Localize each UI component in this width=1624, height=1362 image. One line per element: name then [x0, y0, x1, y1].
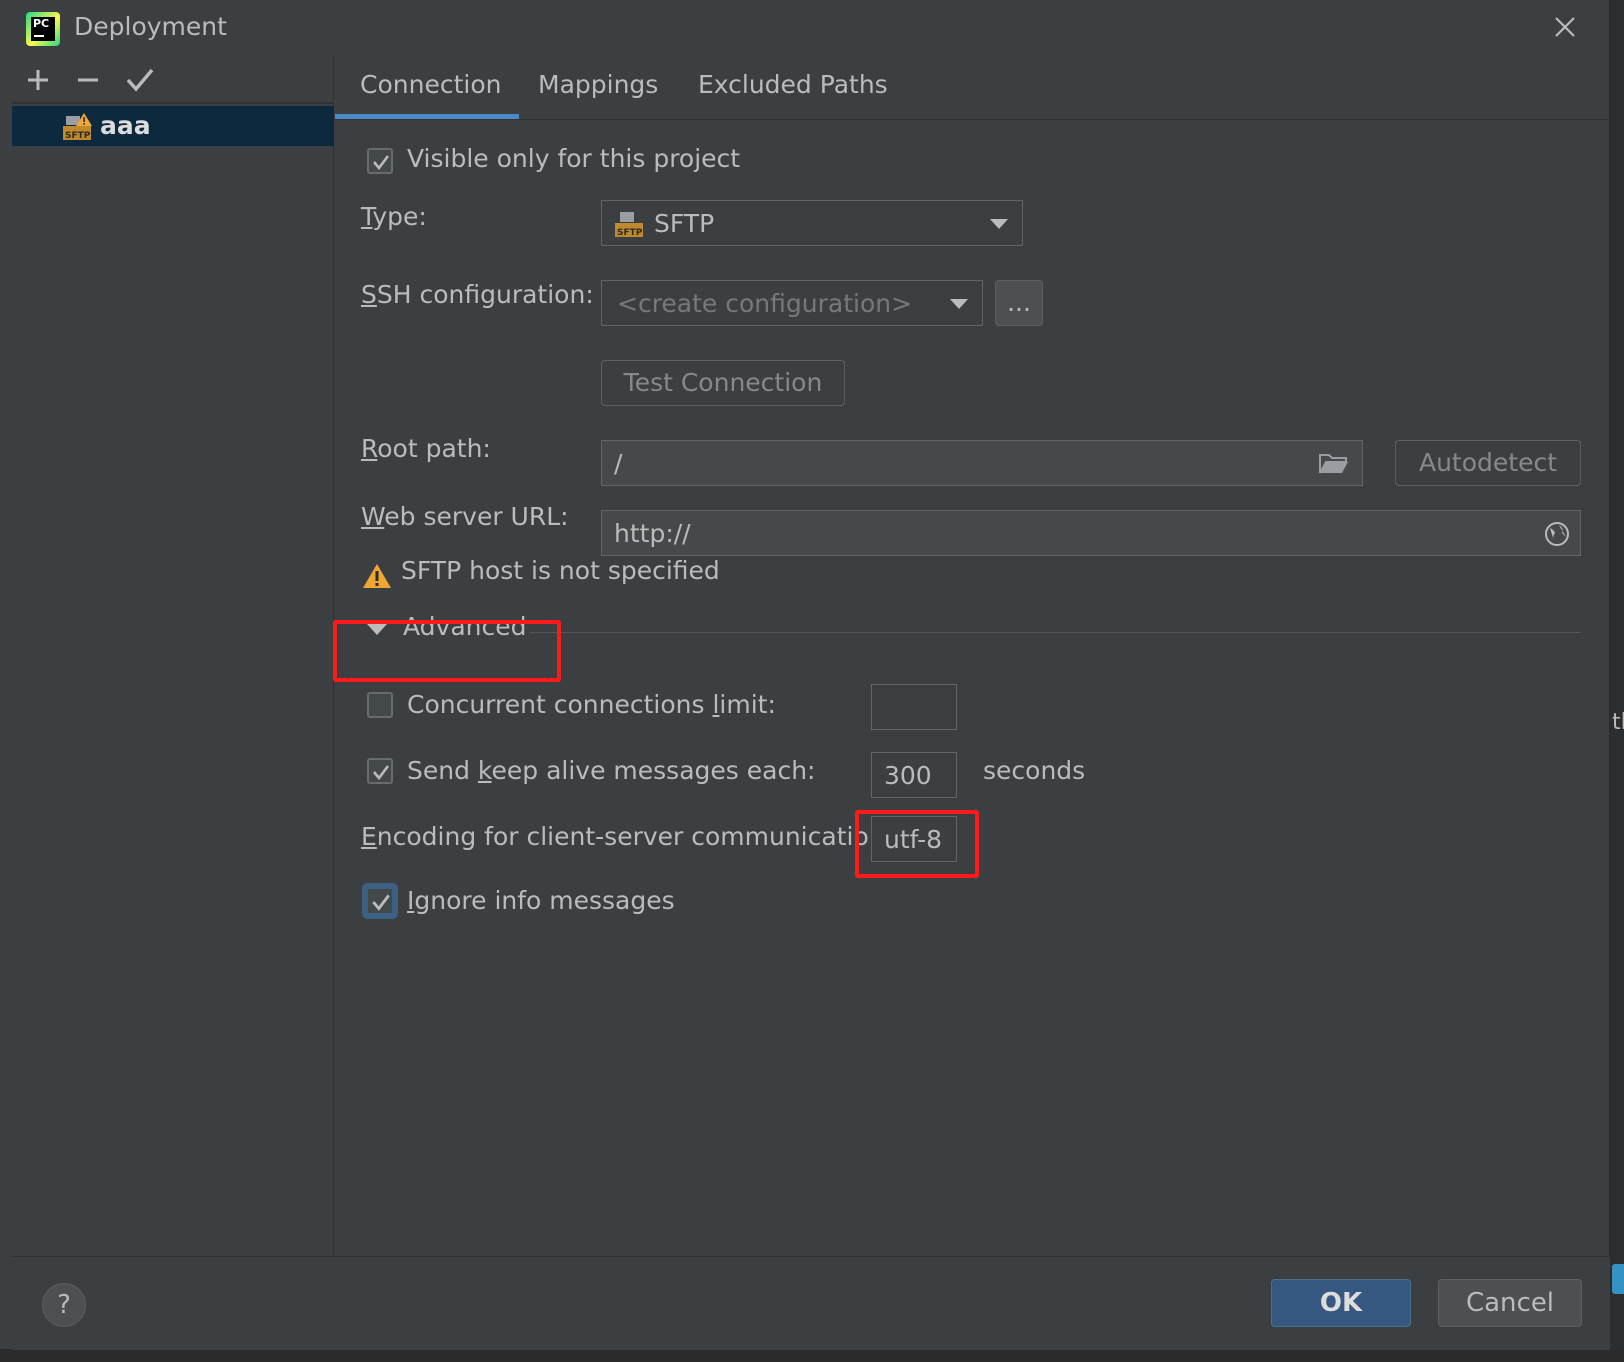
deployment-dialog: PC Deployment SFTP aaa Connection Mappin… [0, 0, 1610, 1350]
server-list-panel: SFTP aaa [12, 56, 334, 1256]
tab-bar: Connection Mappings Excluded Paths [335, 56, 1610, 120]
web-server-url-label: Web server URL: [361, 502, 569, 531]
sftp-host-warning-text: SFTP host is not specified [401, 556, 720, 585]
advanced-highlight-box [333, 620, 561, 682]
sftp-warning-icon: SFTP [63, 113, 92, 141]
keep-alive-unit: seconds [983, 756, 1086, 785]
type-label: Type: [361, 202, 427, 231]
dialog-footer: ? OK Cancel [12, 1256, 1610, 1350]
concurrent-limit-checkbox[interactable] [367, 692, 393, 718]
server-list-item[interactable]: SFTP aaa [12, 106, 334, 146]
server-list-toolbar [12, 56, 334, 104]
cancel-button[interactable]: Cancel [1438, 1279, 1582, 1327]
tab-mappings[interactable]: Mappings [538, 70, 658, 99]
active-tab-indicator [335, 114, 519, 119]
visible-only-label: Visible only for this project [407, 144, 741, 173]
help-button[interactable]: ? [42, 1283, 86, 1327]
web-server-url-value: http:// [614, 519, 691, 548]
tab-connection[interactable]: Connection [360, 70, 501, 99]
type-dropdown[interactable]: SFTP SFTP [601, 200, 1023, 246]
close-icon[interactable] [1550, 12, 1580, 42]
root-path-label: Root path: [361, 434, 491, 463]
chevron-down-icon [990, 219, 1008, 229]
pycharm-logo-icon: PC [26, 12, 60, 46]
concurrent-limit-label: Concurrent connections limit: [407, 690, 776, 719]
root-path-value: / [614, 449, 623, 478]
tab-excluded-paths[interactable]: Excluded Paths [698, 70, 888, 99]
checkmark-icon[interactable] [122, 62, 158, 98]
concurrent-limit-input[interactable] [871, 684, 957, 730]
keep-alive-checkbox[interactable] [367, 758, 393, 784]
ssh-config-dropdown[interactable]: <create configuration> [601, 280, 983, 326]
globe-icon[interactable] [1544, 521, 1570, 547]
checkmark-icon [373, 155, 390, 171]
ssh-config-label: SSH configuration: [361, 280, 594, 309]
warning-icon [363, 564, 391, 588]
server-name: aaa [100, 111, 151, 140]
autodetect-button[interactable]: Autodetect [1395, 440, 1581, 486]
ssh-config-placeholder: <create configuration> [617, 289, 913, 318]
svg-text:SFTP: SFTP [65, 131, 91, 141]
folder-icon[interactable] [1318, 451, 1350, 477]
title-bar: PC Deployment [0, 0, 1610, 56]
keep-alive-label: Send keep alive messages each: [407, 756, 816, 785]
ignore-info-label: Ignore info messages [407, 886, 675, 915]
background-editor-strip [0, 1350, 1624, 1362]
keep-alive-input[interactable]: 300 [871, 752, 957, 798]
background-badge [1612, 1264, 1624, 1294]
visible-only-checkbox[interactable] [367, 148, 393, 174]
ssh-config-browse-button[interactable]: ... [995, 280, 1043, 326]
ok-button[interactable]: OK [1271, 1279, 1411, 1327]
root-path-input[interactable]: / [601, 440, 1363, 486]
svg-text:SFTP: SFTP [617, 228, 643, 238]
test-connection-button[interactable]: Test Connection [601, 360, 845, 406]
checkmark-icon [372, 894, 390, 911]
sftp-icon: SFTP [615, 212, 643, 238]
minus-icon[interactable] [70, 62, 106, 98]
connection-panel: Visible only for this project Type: SFTP… [333, 120, 1610, 1250]
checkmark-icon [373, 765, 390, 781]
separator-line [530, 632, 1580, 633]
window-title: Deployment [74, 12, 227, 41]
plus-icon[interactable] [20, 62, 56, 98]
encoding-highlight-box [855, 810, 979, 878]
web-server-url-input[interactable]: http:// [601, 510, 1581, 556]
type-value: SFTP [654, 209, 715, 238]
background-text: tl [1612, 710, 1624, 735]
encoding-label: Encoding for client-server communication… [361, 822, 894, 851]
chevron-down-icon [950, 299, 968, 309]
ignore-info-checkbox[interactable] [365, 886, 395, 916]
